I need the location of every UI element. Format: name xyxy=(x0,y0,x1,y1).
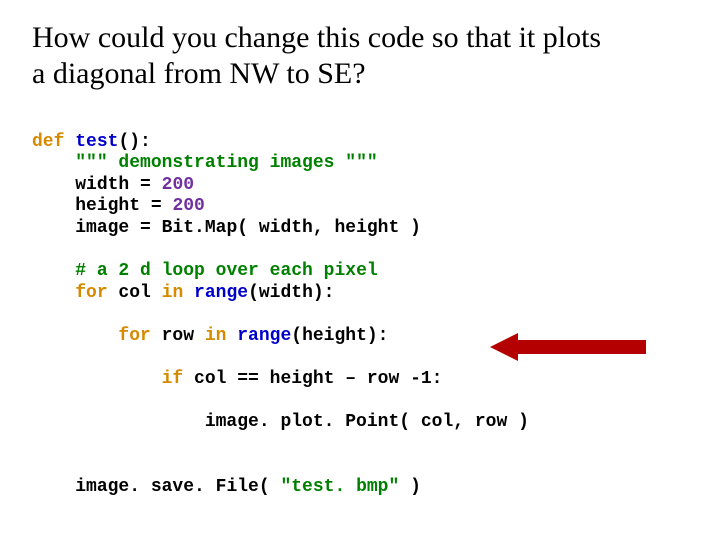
kw-in-outer: in xyxy=(162,283,184,303)
kw-for-outer: for xyxy=(75,283,107,303)
args-width: (width): xyxy=(248,283,334,303)
stmt-save-pre: image. save. File( xyxy=(75,477,280,497)
def-suffix: (): xyxy=(118,132,150,152)
id-col: col xyxy=(108,283,162,303)
assign-image: image = Bit.Map( width, height ) xyxy=(75,218,421,238)
args-height: (height): xyxy=(291,326,388,346)
assign-height: height = xyxy=(75,196,172,216)
arrow-shaft xyxy=(516,340,646,354)
str-filename: "test. bmp" xyxy=(280,477,399,497)
arrow-left-icon xyxy=(490,333,518,361)
id-row: row xyxy=(151,326,205,346)
kw-for-inner: for xyxy=(118,326,150,346)
docstring-body: demonstrating images xyxy=(108,153,346,173)
docstring-open: """ xyxy=(75,153,107,173)
fn-test: test xyxy=(75,132,118,152)
num-200-b: 200 xyxy=(172,196,204,216)
highlight-arrow xyxy=(490,333,650,361)
kw-in-inner: in xyxy=(205,326,227,346)
comment-loop: # a 2 d loop over each pixel xyxy=(75,261,377,281)
slide-title: How could you change this code so that i… xyxy=(32,20,688,92)
docstring-close: """ xyxy=(345,153,377,173)
fn-range-outer: range xyxy=(183,283,248,303)
assign-width: width = xyxy=(75,175,161,195)
stmt-save-post: ) xyxy=(399,477,421,497)
num-200-a: 200 xyxy=(162,175,194,195)
if-condition: col == height – row -1: xyxy=(183,369,442,389)
stmt-plot: image. plot. Point( col, row ) xyxy=(205,412,529,432)
fn-range-inner: range xyxy=(226,326,291,346)
code-block: def test(): """ demonstrating images """… xyxy=(32,110,688,520)
title-line-1: How could you change this code so that i… xyxy=(32,21,601,54)
kw-def: def xyxy=(32,132,64,152)
title-line-2: a diagonal from NW to SE? xyxy=(32,57,366,90)
kw-if: if xyxy=(162,369,184,389)
